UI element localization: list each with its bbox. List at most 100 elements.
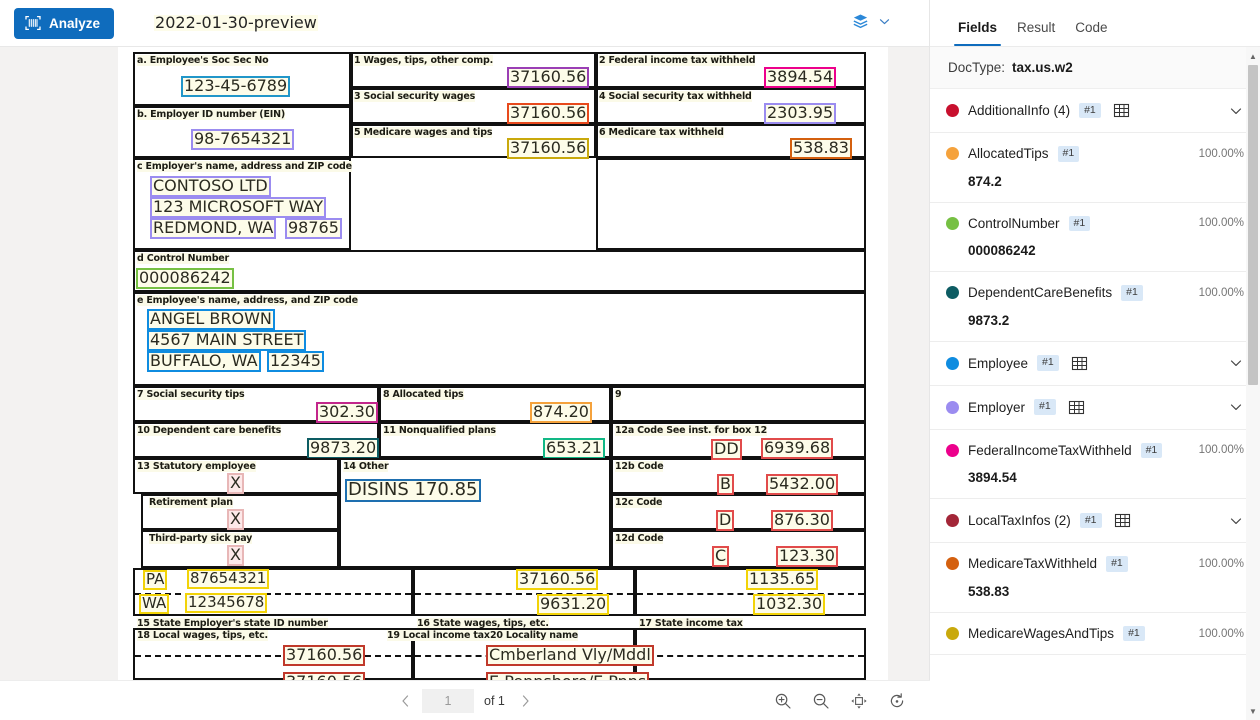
chevron-down-icon[interactable] bbox=[1220, 399, 1244, 415]
tab-code[interactable]: Code bbox=[1065, 20, 1117, 46]
w2-value-15-id-2[interactable]: 12345678 bbox=[185, 593, 267, 613]
w2-value-employer-city[interactable]: REDMOND, WA bbox=[150, 218, 276, 239]
field-color-dot bbox=[946, 401, 959, 414]
w2-value-7[interactable]: 302.30 bbox=[316, 402, 378, 423]
w2-value-12c-amount[interactable]: 876.30 bbox=[771, 510, 833, 531]
rotate-icon[interactable] bbox=[886, 690, 908, 712]
w2-value-12d-amount[interactable]: 123.30 bbox=[776, 546, 838, 567]
scroll-down-arrow-icon[interactable]: ▼ bbox=[1246, 702, 1260, 720]
field-row-allocatedtips[interactable]: AllocatedTips #1 100.00% 874.2 bbox=[930, 133, 1260, 203]
field-row-medicarewagesandtips[interactable]: MedicareWagesAndTips #1 100.00% bbox=[930, 613, 1260, 656]
layers-icon[interactable] bbox=[851, 12, 870, 34]
w2-value-20-2[interactable]: E.Pennsboro/E.Pnns bbox=[486, 672, 649, 680]
scroll-up-arrow-icon[interactable]: ▲ bbox=[1246, 47, 1260, 65]
tab-result[interactable]: Result bbox=[1007, 20, 1065, 46]
field-badge: #1 bbox=[1069, 216, 1091, 232]
w2-value-ssn[interactable]: 123-45-6789 bbox=[181, 76, 290, 97]
page-number-input[interactable] bbox=[422, 689, 474, 713]
w2-value-18-1[interactable]: 37160.56 bbox=[283, 645, 365, 666]
table-icon[interactable] bbox=[1068, 399, 1085, 416]
field-row-dependentcarebenefits[interactable]: DependentCareBenefits #1 100.00% 9873.2 bbox=[930, 272, 1260, 342]
w2-value-12b-amount[interactable]: 5432.00 bbox=[766, 474, 838, 495]
panel-tabs: Fields Result Code bbox=[930, 0, 1260, 47]
layers-chevron-down-icon[interactable] bbox=[878, 15, 891, 31]
w2-value-15-id-1[interactable]: 87654321 bbox=[187, 569, 269, 589]
field-row-medicaretaxwithheld[interactable]: MedicareTaxWithheld #1 100.00% 538.83 bbox=[930, 543, 1260, 613]
w2-value-12c-code[interactable]: D bbox=[716, 510, 734, 531]
field-list[interactable]: AdditionalInfo (4) #1 AllocatedTips #1 bbox=[930, 89, 1260, 720]
w2-value-6[interactable]: 538.83 bbox=[790, 138, 852, 159]
w2-checkbox-sickpay[interactable]: X bbox=[227, 545, 244, 566]
panel-scrollbar[interactable]: ▲ ▼ bbox=[1246, 47, 1260, 720]
w2-value-11[interactable]: 653.21 bbox=[543, 438, 605, 459]
api-version-selector[interactable]: API version: 2022-01-30-preview bbox=[154, 15, 167, 31]
analyze-button[interactable]: Analyze bbox=[14, 8, 114, 39]
w2-value-employee-zip[interactable]: 12345 bbox=[267, 351, 324, 372]
analyze-button-label: Analyze bbox=[49, 16, 100, 31]
zoom-in-icon[interactable] bbox=[772, 690, 794, 712]
page-count-label: of 1 bbox=[484, 694, 505, 708]
w2-checkbox-statutory[interactable]: X bbox=[227, 473, 244, 494]
w2-label-b: b. Employer ID number (EIN) bbox=[137, 109, 285, 120]
w2-value-16-2[interactable]: 9631.20 bbox=[537, 594, 609, 615]
w2-value-5[interactable]: 37160.56 bbox=[507, 138, 589, 159]
w2-value-12b-code[interactable]: B bbox=[717, 474, 734, 495]
w2-value-4[interactable]: 2303.95 bbox=[764, 103, 836, 124]
chevron-down-icon[interactable] bbox=[1220, 513, 1244, 529]
w2-label-6: 6 Medicare tax withheld bbox=[599, 127, 724, 138]
tab-fields[interactable]: Fields bbox=[948, 20, 1007, 46]
w2-value-employer-zip[interactable]: 98765 bbox=[285, 218, 342, 239]
w2-value-16-1[interactable]: 37160.56 bbox=[516, 569, 598, 590]
w2-value-2[interactable]: 3894.54 bbox=[764, 67, 836, 88]
w2-value-15-state-1[interactable]: PA bbox=[143, 570, 167, 590]
w2-value-18-2[interactable]: 37160.56 bbox=[283, 672, 365, 680]
w2-value-12d-code[interactable]: C bbox=[712, 546, 729, 567]
w2-value-14[interactable]: DISINS 170.85 bbox=[345, 479, 481, 502]
next-page-button[interactable] bbox=[513, 688, 539, 714]
field-badge: #1 bbox=[1079, 103, 1101, 119]
w2-value-employee-street[interactable]: 4567 MAIN STREET bbox=[147, 330, 306, 351]
w2-value-17-1[interactable]: 1135.65 bbox=[746, 569, 818, 590]
w2-label-3: 3 Social security wages bbox=[354, 91, 475, 102]
w2-value-12a-code[interactable]: DD bbox=[711, 439, 742, 460]
w2-value-10[interactable]: 9873.20 bbox=[307, 438, 379, 459]
zoom-out-icon[interactable] bbox=[810, 690, 832, 712]
w2-value-control-number[interactable]: 000086242 bbox=[136, 268, 234, 289]
w2-value-employer-street[interactable]: 123 MICROSOFT WAY bbox=[150, 197, 326, 218]
w2-value-3[interactable]: 37160.56 bbox=[507, 103, 589, 124]
w2-value-8[interactable]: 874.20 bbox=[530, 402, 592, 423]
w2-label-18: 18 Local wages, tips, etc. bbox=[137, 630, 268, 641]
w2-value-employer-name[interactable]: CONTOSO LTD bbox=[150, 176, 271, 197]
w2-value-ein[interactable]: 98-7654321 bbox=[191, 129, 294, 150]
table-icon[interactable] bbox=[1113, 102, 1130, 119]
scrollbar-thumb[interactable] bbox=[1248, 65, 1258, 385]
w2-value-15-state-2[interactable]: WA bbox=[139, 594, 169, 614]
w2-value-1[interactable]: 37160.56 bbox=[507, 67, 589, 88]
w2-value-17-2[interactable]: 1032.30 bbox=[753, 594, 825, 615]
w2-value-20-1[interactable]: Cmberland Vly/Mddl bbox=[486, 645, 654, 666]
field-row-employee[interactable]: Employee #1 bbox=[930, 342, 1260, 386]
table-icon[interactable] bbox=[1114, 512, 1131, 529]
w2-form: a. Employee's Soc Sec No 123-45-6789 b. … bbox=[133, 50, 866, 677]
field-row-additionalinfo[interactable]: AdditionalInfo (4) #1 bbox=[930, 89, 1260, 133]
w2-value-12a-amount[interactable]: 6939.68 bbox=[761, 438, 833, 459]
w2-value-employee-city[interactable]: BUFFALO, WA bbox=[147, 351, 261, 372]
doctype-row: DocType: tax.us.w2 bbox=[930, 47, 1260, 89]
chevron-down-icon[interactable] bbox=[1220, 103, 1244, 119]
field-name: Employee bbox=[968, 356, 1028, 371]
prev-page-button[interactable] bbox=[392, 688, 418, 714]
table-icon[interactable] bbox=[1071, 355, 1088, 372]
page-canvas[interactable]: a. Employee's Soc Sec No 123-45-6789 b. … bbox=[0, 47, 929, 680]
w2-checkbox-retirement[interactable]: X bbox=[227, 509, 244, 530]
fit-to-page-icon[interactable] bbox=[848, 690, 870, 712]
field-confidence: 100.00% bbox=[1199, 217, 1244, 229]
w2-value-employee-name[interactable]: ANGEL BROWN bbox=[147, 309, 275, 330]
field-row-employer[interactable]: Employer #1 bbox=[930, 386, 1260, 430]
chevron-down-icon[interactable] bbox=[1220, 355, 1244, 371]
field-row-controlnumber[interactable]: ControlNumber #1 100.00% 000086242 bbox=[930, 203, 1260, 273]
field-color-dot bbox=[946, 217, 959, 230]
layers-control[interactable] bbox=[851, 12, 915, 34]
field-name: MedicareTaxWithheld bbox=[968, 556, 1097, 571]
field-row-localtaxinfos[interactable]: LocalTaxInfos (2) #1 bbox=[930, 499, 1260, 543]
field-row-federalincometaxwithheld[interactable]: FederalIncomeTaxWithheld #1 100.00% 3894… bbox=[930, 430, 1260, 500]
